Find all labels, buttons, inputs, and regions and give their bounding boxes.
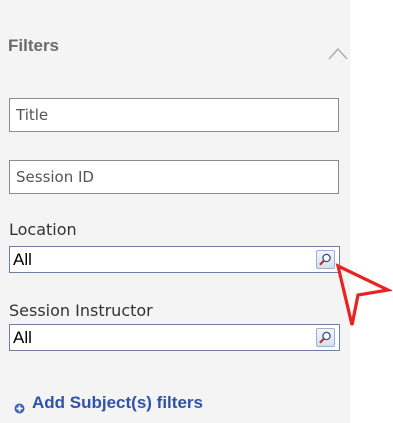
chevron-up-icon[interactable]: [328, 46, 348, 60]
title-filter-input[interactable]: [9, 98, 339, 132]
session-instructor-value: All: [13, 328, 32, 347]
lookup-icon: [319, 253, 331, 266]
location-lookup-button[interactable]: [316, 250, 335, 269]
location-field[interactable]: All: [9, 246, 340, 273]
session-id-filter-input[interactable]: [9, 160, 339, 194]
lookup-icon: [319, 331, 331, 344]
filters-panel: Filters Location All Session Instructor …: [0, 0, 350, 423]
location-label: Location: [9, 220, 77, 239]
session-instructor-label: Session Instructor: [9, 301, 153, 320]
filters-title: Filters: [8, 36, 60, 55]
add-circle-icon: [14, 403, 25, 414]
location-value: All: [13, 250, 32, 269]
session-instructor-field[interactable]: All: [9, 324, 340, 351]
add-subject-filters-label: Add Subject(s) filters: [32, 393, 203, 412]
pointer-arrow-icon: [335, 263, 392, 326]
session-instructor-lookup-button[interactable]: [316, 328, 335, 347]
